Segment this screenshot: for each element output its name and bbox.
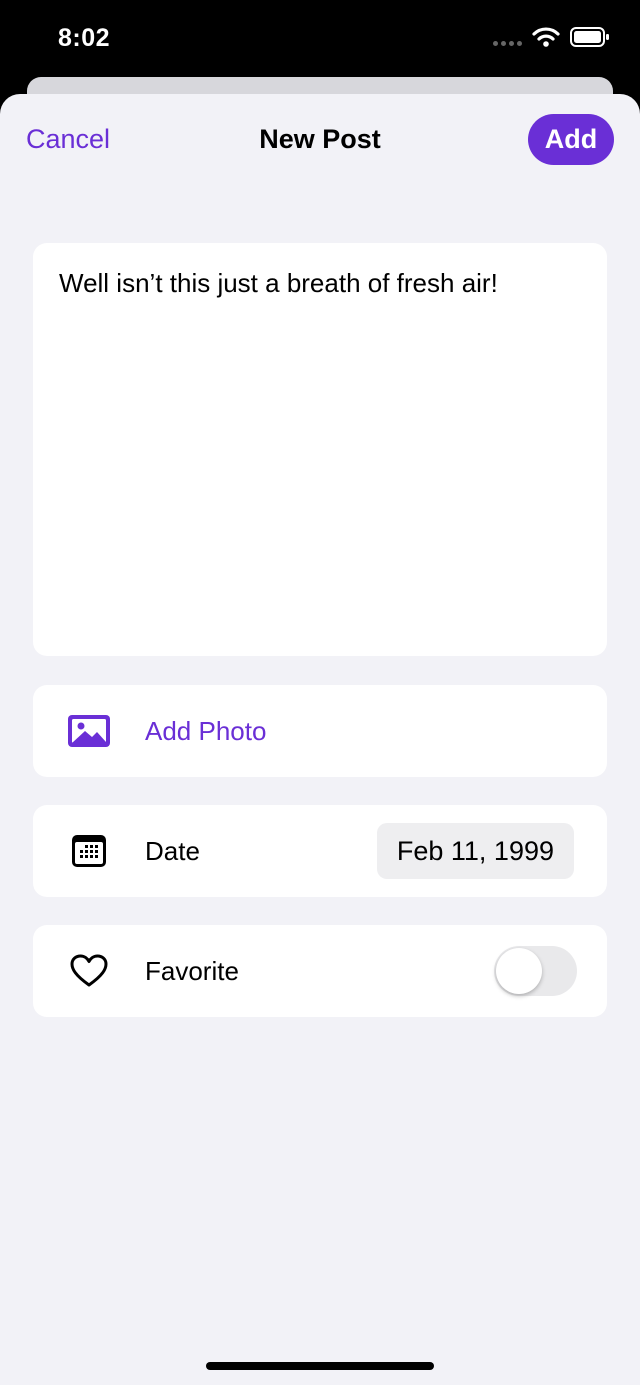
add-photo-button[interactable]: Add Photo bbox=[33, 685, 607, 777]
wifi-icon bbox=[532, 27, 560, 47]
status-time: 8:02 bbox=[58, 24, 111, 52]
add-button[interactable]: Add bbox=[528, 114, 614, 165]
home-indicator bbox=[206, 1362, 434, 1370]
favorite-toggle[interactable] bbox=[494, 946, 577, 996]
post-text-field[interactable]: Well isn’t this just a breath of fresh a… bbox=[33, 243, 607, 656]
status-bar: 8:02 bbox=[0, 0, 640, 80]
photo-icon bbox=[33, 715, 145, 747]
status-icons bbox=[493, 26, 610, 48]
date-label: Date bbox=[145, 835, 200, 866]
signal-icon bbox=[493, 40, 522, 46]
add-photo-label: Add Photo bbox=[145, 715, 267, 746]
date-picker[interactable]: Feb 11, 1999 bbox=[376, 823, 574, 879]
post-text: Well isn’t this just a breath of fresh a… bbox=[59, 268, 498, 298]
heart-icon bbox=[33, 954, 145, 988]
calendar-icon bbox=[33, 834, 145, 868]
favorite-label: Favorite bbox=[145, 955, 239, 986]
favorite-row: Favorite bbox=[33, 925, 607, 1017]
battery-icon bbox=[570, 27, 609, 47]
new-post-sheet: Cancel New Post Add Well isn’t this just… bbox=[0, 94, 640, 1385]
date-row: Date Feb 11, 1999 bbox=[33, 805, 607, 897]
toggle-knob bbox=[496, 948, 542, 994]
